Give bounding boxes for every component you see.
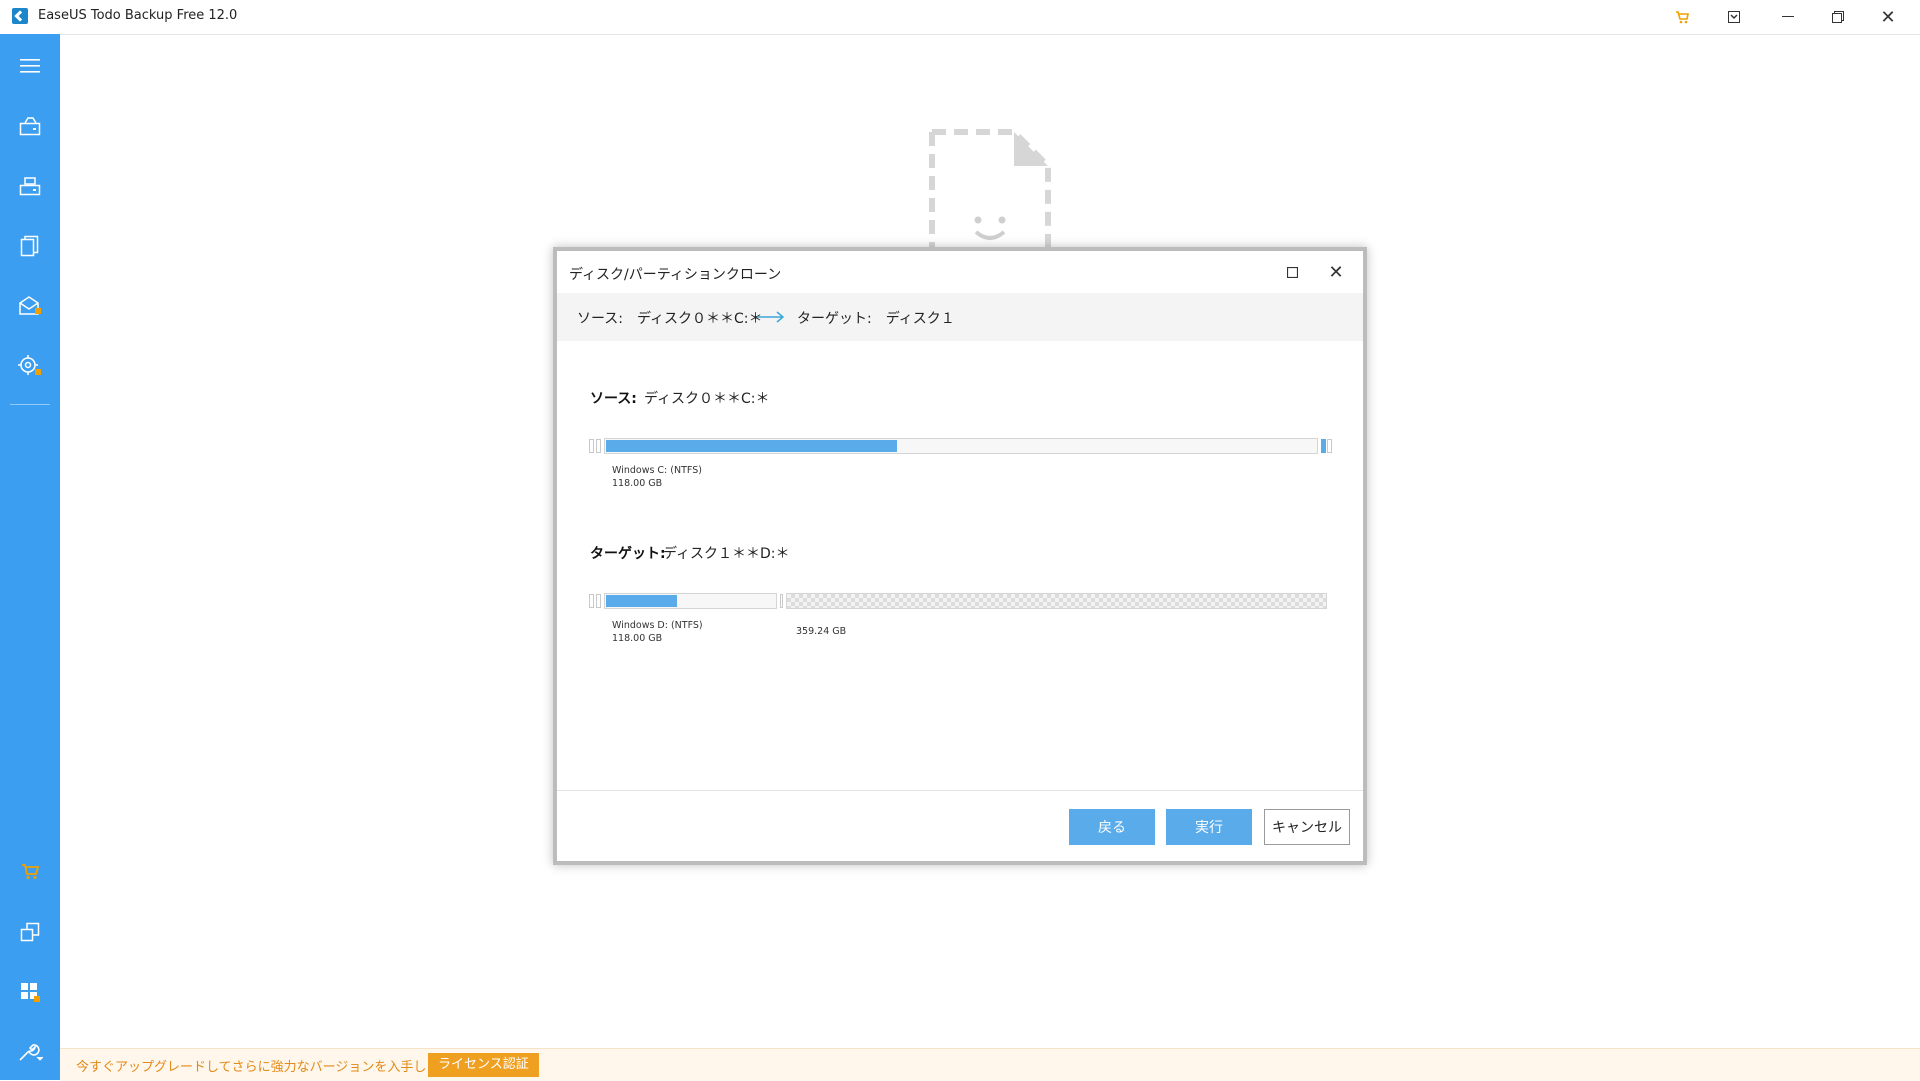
empty-state-illustration	[928, 128, 1052, 258]
download-icon[interactable]	[1712, 2, 1756, 32]
disk-map-end-marker	[1321, 439, 1326, 453]
app-logo-icon	[12, 8, 28, 24]
system-backup-icon[interactable]	[0, 164, 60, 208]
target-partition-d-usage	[606, 595, 677, 607]
dialog-title: ディスク/パーティションクローン	[569, 267, 782, 283]
disk-backup-icon[interactable]	[0, 104, 60, 148]
smart-backup-icon[interactable]	[0, 344, 60, 388]
source-partition-c[interactable]	[604, 438, 1318, 454]
title-bar: EaseUS Todo Backup Free 12.0 ✕	[0, 0, 1920, 35]
source-disk-map	[587, 438, 1332, 454]
menu-icon[interactable]	[0, 44, 60, 88]
upgrade-banner: 今すぐアップグレードしてさらに強力なバージョンを入手しましょう。 ライセンス認証	[60, 1048, 1920, 1081]
close-icon[interactable]: ✕	[1866, 2, 1910, 32]
windows-tools-icon[interactable]	[0, 970, 60, 1014]
disk-map-grip	[1327, 439, 1332, 453]
sidebar	[0, 34, 60, 1080]
source-disk-value: ディスク０＊＊C:＊	[644, 391, 770, 407]
path-source: ソース: ディスク０＊＊C:＊	[577, 311, 763, 327]
minimize-icon[interactable]	[1766, 2, 1810, 32]
unallocated-size: 359.24 GB	[796, 626, 847, 637]
cart-icon[interactable]	[1660, 2, 1704, 32]
source-partition-size: 118.00 GB	[612, 478, 663, 489]
partition-resize-handle[interactable]	[780, 594, 783, 608]
target-partition-d[interactable]	[604, 593, 777, 609]
sidebar-divider	[10, 404, 50, 405]
file-backup-icon[interactable]	[0, 224, 60, 268]
cart-icon[interactable]	[0, 850, 60, 894]
target-partition-name: Windows D: (NTFS)	[612, 620, 703, 631]
license-activation-button[interactable]: ライセンス認証	[428, 1053, 539, 1077]
path-target: ターゲット: ディスク１	[797, 311, 955, 327]
app-title: EaseUS Todo Backup Free 12.0	[38, 8, 238, 23]
disk-map-grip	[596, 594, 601, 608]
cancel-button[interactable]: キャンセル	[1264, 809, 1350, 845]
restore-icon[interactable]	[1816, 2, 1860, 32]
target-label: ターゲット:	[590, 546, 666, 562]
source-label: ソース:	[590, 391, 637, 407]
dialog-close-icon[interactable]: ✕	[1319, 257, 1353, 287]
unallocated-space[interactable]	[786, 593, 1327, 609]
target-partition-size: 118.00 GB	[612, 633, 663, 644]
dialog-maximize-icon[interactable]	[1275, 257, 1309, 287]
disk-map-grip	[596, 439, 601, 453]
execute-button[interactable]: 実行	[1166, 809, 1252, 845]
tools-icon[interactable]	[0, 1030, 60, 1074]
clone-dialog: ディスク/パーティションクローン ✕ ソース: ディスク０＊＊C:＊ ターゲット…	[553, 247, 1367, 865]
source-partition-c-usage	[606, 440, 897, 452]
disk-map-grip	[589, 594, 594, 608]
clone-icon[interactable]	[0, 910, 60, 954]
disk-map-grip	[589, 439, 594, 453]
mail-backup-icon[interactable]	[0, 284, 60, 328]
arrow-right-icon	[755, 307, 787, 327]
clone-path-bar: ソース: ディスク０＊＊C:＊ ターゲット: ディスク１	[557, 293, 1363, 341]
dialog-footer-divider	[557, 790, 1363, 791]
back-button[interactable]: 戻る	[1069, 809, 1155, 845]
source-partition-name: Windows C: (NTFS)	[612, 465, 702, 476]
target-disk-value: ディスク１＊＊D:＊	[663, 546, 790, 562]
target-disk-map	[587, 593, 1327, 609]
